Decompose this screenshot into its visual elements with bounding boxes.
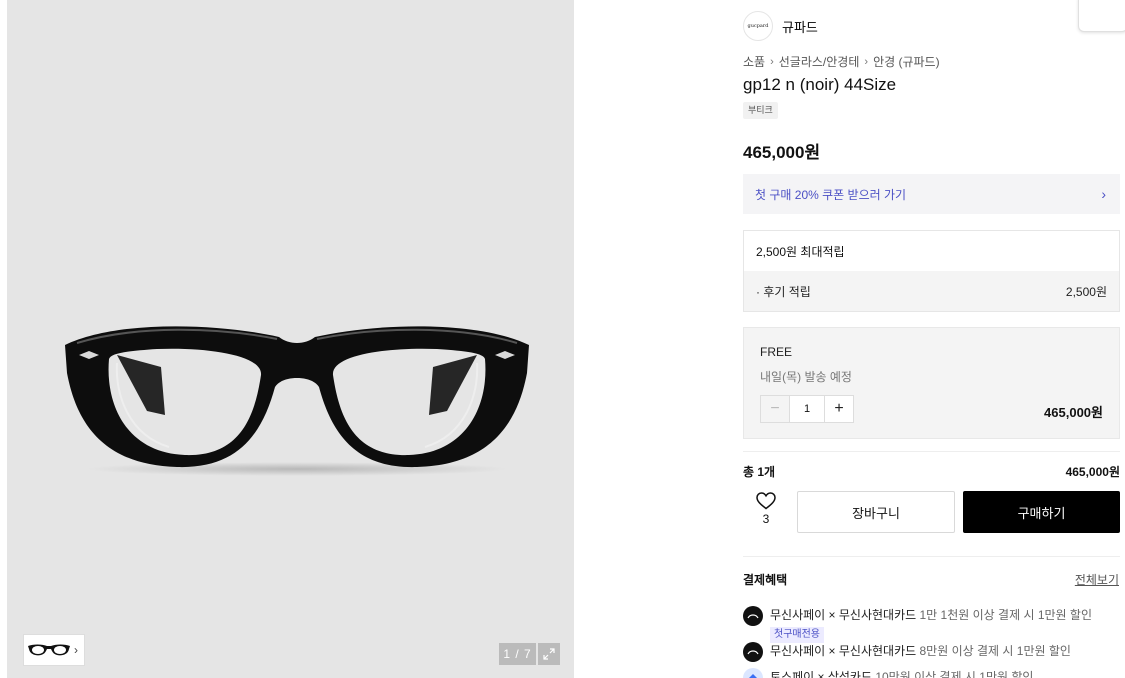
benefit-detail: 10만원 이상 결제 시 1만원 할인 (872, 670, 1034, 678)
points-box: 2,500원 최대적립 · 후기 적립 2,500원 (743, 230, 1120, 312)
card-brand-icon (743, 606, 763, 626)
first-purchase-badge: 첫구매전용 (770, 627, 824, 643)
breadcrumb-item[interactable]: 선글라스/안경테 (779, 53, 860, 70)
buy-now-button[interactable]: 구매하기 (963, 491, 1120, 533)
coupon-banner[interactable]: 첫 구매 20% 쿠폰 받으러 가기 › (743, 174, 1120, 214)
benefit-title: 토스페이 × 삼성카드 (770, 670, 872, 678)
points-row-value: 2,500원 (1065, 284, 1107, 299)
product-price: 465,000원 (743, 143, 821, 162)
total-price: 465,000원 (1065, 465, 1120, 479)
brand-logo: gucpard (743, 11, 773, 41)
view-all-link[interactable]: 전체보기 (1075, 571, 1119, 588)
quantity-stepper: − 1 + (760, 395, 854, 423)
add-to-cart-button[interactable]: 장바구니 (797, 491, 955, 533)
total-row: 총 1개 465,000원 (743, 463, 1120, 480)
thumbnail-strip[interactable]: › (23, 634, 85, 666)
brand-link[interactable]: gucpard 규파드 (743, 11, 818, 41)
divider (743, 556, 1120, 557)
card-brand-icon (743, 668, 763, 678)
like-button[interactable]: 3 (743, 492, 789, 534)
product-image-gallery[interactable]: › 1 / 7 (7, 0, 574, 678)
points-row: · 후기 적립 2,500원 (744, 271, 1119, 311)
card-brand-icon (743, 642, 763, 662)
points-row-label: · 후기 적립 (756, 284, 811, 299)
selected-option-box: FREE 내일(목) 발송 예정 − 1 + 465,000원 (743, 327, 1120, 439)
shipping-date: 내일(목) 발송 예정 (760, 370, 852, 384)
product-title: gp12 n (noir) 44Size (743, 75, 897, 94)
points-header: 2,500원 최대적립 (756, 244, 845, 259)
shipping-fee: FREE (760, 345, 793, 359)
boutique-badge: 부티크 (743, 102, 778, 119)
thumbnail-glasses-icon (28, 644, 70, 656)
chevron-right-icon: › (770, 55, 774, 68)
product-info-panel: gucpard 규파드 소품 › 선글라스/안경테 › 안경 (규파드) gp1… (743, 0, 1120, 678)
coupon-text: 첫 구매 20% 쿠폰 받으러 가기 (755, 187, 907, 202)
image-pager: 1 / 7 (499, 643, 536, 665)
benefit-item: 토스페이 × 삼성카드 10만원 이상 결제 시 1만원 할인 (743, 668, 1120, 678)
breadcrumb-item[interactable]: 소품 (743, 53, 765, 70)
breadcrumb: 소품 › 선글라스/안경테 › 안경 (규파드) (743, 53, 940, 70)
benefit-detail: 8만원 이상 결제 시 1만원 할인 (916, 644, 1071, 658)
chevron-right-icon: › (1101, 186, 1106, 202)
benefit-detail: 1만 1천원 이상 결제 시 1만원 할인 (916, 608, 1093, 622)
product-image-glasses (65, 326, 529, 476)
benefit-title: 무신사페이 × 무신사현대카드 (770, 644, 917, 658)
thumbnail-chevron-right-icon[interactable]: › (74, 643, 78, 657)
like-count: 3 (762, 512, 770, 526)
chevron-right-icon: › (864, 55, 869, 68)
option-price: 465,000원 (1044, 405, 1103, 420)
increase-quantity-button[interactable]: + (825, 396, 853, 422)
quantity-value[interactable]: 1 (789, 396, 825, 422)
divider (743, 451, 1120, 452)
payment-benefits-title: 결제혜택 (743, 573, 788, 587)
brand-name: 규파드 (782, 19, 818, 35)
benefit-title: 무신사페이 × 무신사현대카드 (770, 608, 917, 622)
benefit-item: 무신사페이 × 무신사현대카드 1만 1천원 이상 결제 시 1만원 할인 첫구… (743, 606, 1120, 643)
heart-icon (756, 492, 776, 510)
decrease-quantity-button[interactable]: − (761, 396, 789, 422)
breadcrumb-item[interactable]: 안경 (규파드) (873, 53, 940, 70)
expand-icon[interactable] (538, 643, 560, 665)
benefit-item: 무신사페이 × 무신사현대카드 8만원 이상 결제 시 1만원 할인 (743, 642, 1120, 662)
total-count: 총 1개 (743, 465, 776, 479)
